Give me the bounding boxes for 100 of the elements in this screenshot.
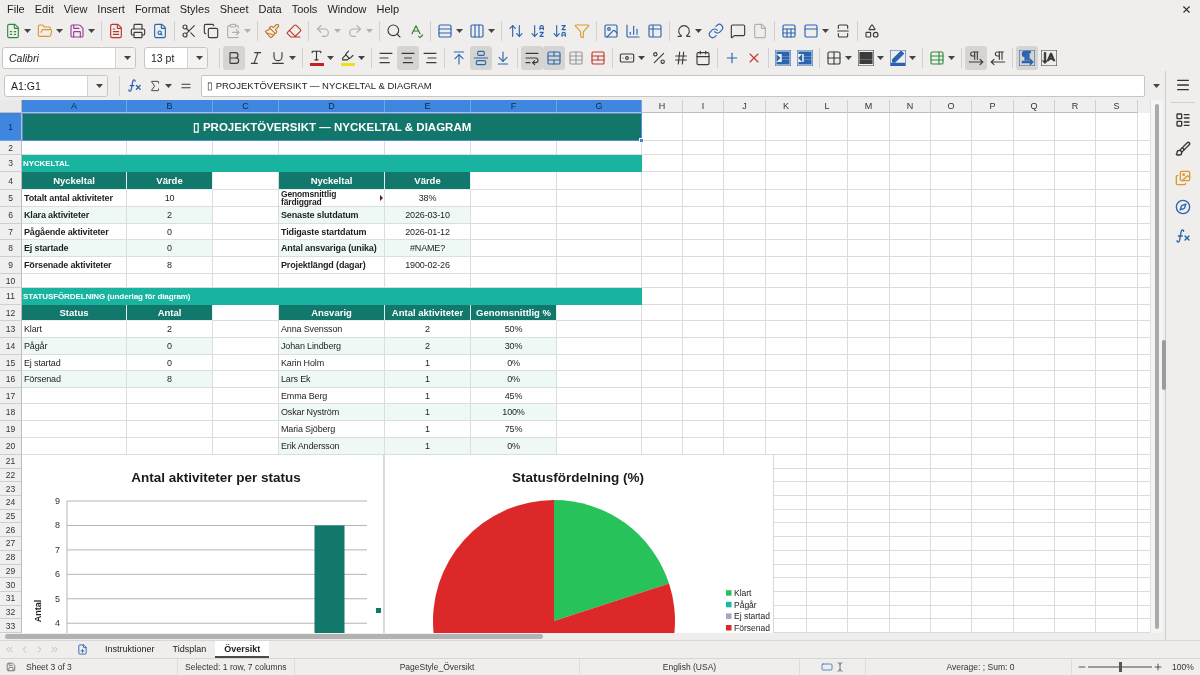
align-center-button[interactable] <box>397 45 419 70</box>
formula-input[interactable]: ▯ PROJEKTÖVERSIKT — NYCKELTAL & DIAGRAM <box>201 74 1145 97</box>
table-cell: Klara aktiviteter <box>22 207 127 224</box>
menu-item[interactable]: Insert <box>92 1 130 17</box>
column-header[interactable]: R <box>1055 100 1096 113</box>
row-header[interactable]: 27 <box>0 537 22 551</box>
menu-item[interactable]: Format <box>129 1 175 17</box>
row-header[interactable]: 8 <box>0 240 22 257</box>
font-name-combobox[interactable]: Calibri <box>2 46 136 69</box>
column-header[interactable]: H <box>642 100 683 113</box>
row-header[interactable]: 6 <box>0 207 22 224</box>
row-header[interactable]: 17 <box>0 388 22 404</box>
row-header[interactable]: 15 <box>0 355 22 371</box>
column-header[interactable]: A <box>22 100 127 113</box>
column-header[interactable]: L <box>807 100 848 113</box>
column-header[interactable]: G <box>557 100 642 113</box>
row-header[interactable]: 11 <box>0 288 22 305</box>
scrollbar-thumb[interactable] <box>1155 104 1159 629</box>
column-header[interactable]: E <box>385 100 471 113</box>
wrap-text-button[interactable] <box>521 45 543 70</box>
double-chevron-right-icon <box>49 644 60 655</box>
scrollbar-thumb[interactable] <box>5 634 543 639</box>
menu-item[interactable]: Help <box>371 1 405 17</box>
selection-mode-icon[interactable] <box>820 661 845 673</box>
text-direction-button[interactable] <box>1016 45 1038 70</box>
row-header[interactable]: 23 <box>0 482 22 497</box>
sheet-tab[interactable]: Översikt <box>215 641 270 658</box>
sheet-title: ▯ PROJEKTÖVERSIKT — NYCKELTAL & DIAGRAM <box>192 120 472 134</box>
row-header[interactable]: 24 <box>0 496 22 510</box>
paintbrush-icon <box>264 23 280 39</box>
menu-item[interactable]: Tools <box>286 1 323 17</box>
column-header[interactable]: Q <box>1014 100 1055 113</box>
table-cell: 1 <box>385 371 471 388</box>
shapes-icon <box>864 23 880 39</box>
column-header[interactable]: M <box>848 100 890 113</box>
column-header[interactable]: O <box>931 100 972 113</box>
table-cell: Ej startade <box>22 240 127 257</box>
menu-item[interactable]: File <box>2 1 30 17</box>
spreadsheet-file-icon <box>5 23 21 39</box>
legend-label: Pågår <box>734 599 757 610</box>
row-header[interactable]: 21 <box>0 455 22 469</box>
caret-icon <box>123 55 131 60</box>
row-header[interactable]: 18 <box>0 404 22 421</box>
row-header[interactable]: 20 <box>0 438 22 455</box>
align-middle-icon <box>473 49 489 66</box>
name-box[interactable]: A1:G1 <box>4 74 108 97</box>
column-header[interactable]: N <box>890 100 931 113</box>
menu-item[interactable]: Window <box>322 1 372 17</box>
selection-handle[interactable] <box>639 138 644 143</box>
sidebar-grip[interactable] <box>1162 340 1166 390</box>
arrow-down-to-line-icon <box>495 49 511 66</box>
left-to-right-button[interactable] <box>965 45 987 70</box>
row-header[interactable]: 16 <box>0 371 22 388</box>
vertical-scrollbar[interactable] <box>1150 100 1163 633</box>
row-header[interactable]: 33 <box>0 619 22 633</box>
row-header[interactable]: 19 <box>0 421 22 438</box>
row-header[interactable]: 4 <box>0 172 22 190</box>
column-header[interactable]: D <box>279 100 385 113</box>
row-header[interactable]: 30 <box>0 578 22 592</box>
function-icon <box>126 78 142 93</box>
column-header[interactable]: C <box>213 100 279 113</box>
menu-item[interactable]: Styles <box>174 1 215 17</box>
menu-item[interactable]: Data <box>253 1 287 17</box>
column-header[interactable]: I <box>683 100 724 113</box>
row-header[interactable]: 1 <box>0 113 22 141</box>
menu-item[interactable]: View <box>58 1 93 17</box>
compass-icon <box>1175 199 1191 215</box>
row-header[interactable]: 12 <box>0 305 22 321</box>
row-header[interactable]: 26 <box>0 523 22 538</box>
table-cell: 0% <box>471 438 557 455</box>
column-header[interactable]: P <box>972 100 1014 113</box>
axis-tick-label: 7 <box>55 544 60 555</box>
menu-item[interactable]: Sheet <box>214 1 254 17</box>
row-header[interactable]: 10 <box>0 274 22 288</box>
sheet-tab[interactable]: Tidsplan <box>163 641 216 658</box>
column-header[interactable]: B <box>127 100 213 113</box>
row-header[interactable]: 9 <box>0 257 22 274</box>
column-header[interactable]: J <box>724 100 766 113</box>
dropdown-button[interactable] <box>87 75 107 96</box>
row-header[interactable]: 13 <box>0 321 22 338</box>
row-header[interactable]: 5 <box>0 190 22 207</box>
zoom-in-button[interactable] <box>1152 661 1164 673</box>
dropdown-button[interactable] <box>115 47 135 68</box>
zoom-slider-thumb[interactable] <box>1118 662 1122 672</box>
sheet-tab[interactable]: Instruktioner <box>96 641 164 658</box>
row-header[interactable]: 3 <box>0 155 22 172</box>
column-header[interactable]: K <box>766 100 807 113</box>
align-middle-button[interactable] <box>470 45 492 70</box>
dropdown-button[interactable] <box>187 47 207 68</box>
column-header[interactable]: F <box>471 100 557 113</box>
table-cell: 2 <box>127 207 213 224</box>
row-header[interactable]: 14 <box>0 338 22 355</box>
row-header[interactable]: 7 <box>0 224 22 240</box>
menu-item[interactable]: Edit <box>29 1 59 17</box>
percent-icon <box>651 49 667 66</box>
merge-center-button[interactable] <box>543 45 565 70</box>
font-size-combobox[interactable]: 13 pt <box>144 46 208 69</box>
column-header[interactable]: S <box>1096 100 1138 113</box>
bold-button[interactable] <box>223 45 245 70</box>
row-header[interactable]: 2 <box>0 141 22 155</box>
